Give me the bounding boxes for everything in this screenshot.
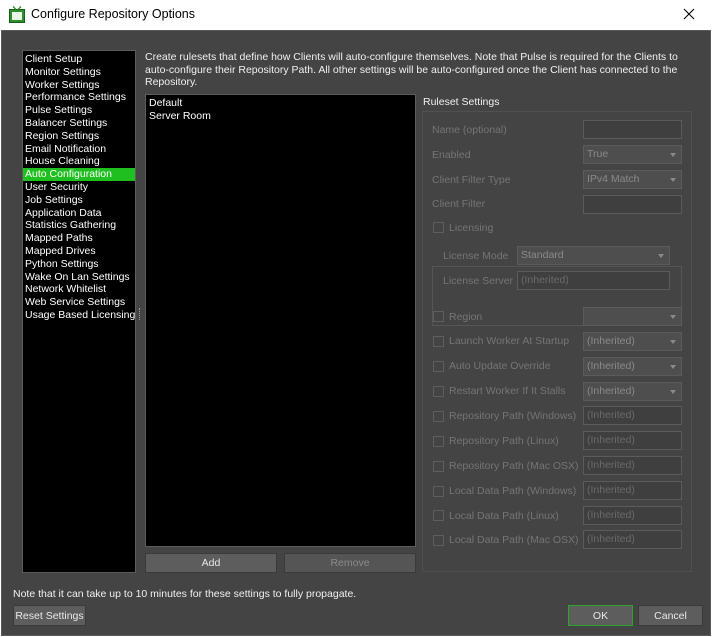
launch-worker-label: Launch Worker At Startup [449,335,570,347]
ruleset-item[interactable]: Server Room [149,110,412,123]
sidebar-item-mapped-drives[interactable]: Mapped Drives [23,245,135,258]
local-data-linux-field[interactable]: (Inherited) [583,506,682,525]
repo-path-linux-field[interactable]: (Inherited) [583,431,682,450]
sidebar-item-usage-based-licensing[interactable]: Usage Based Licensing [23,309,135,322]
repo-path-mac-label: Repository Path (Mac OSX) [449,460,579,472]
sidebar-item-statistics-gathering[interactable]: Statistics Gathering [23,219,135,232]
licensing-checkbox[interactable] [433,222,444,233]
remove-ruleset-button[interactable]: Remove [284,553,416,573]
local-data-windows-label: Local Data Path (Windows) [449,485,577,497]
deadline-monitor-icon [9,6,25,23]
sidebar-item-web-service-settings[interactable]: Web Service Settings [23,296,135,309]
chevron-down-icon [670,365,676,369]
local-data-mac-label: Local Data Path (Mac OSX) [449,534,579,546]
region-select[interactable] [583,307,682,326]
region-label: Region [449,311,483,323]
dialog-body: Client Setup Monitor Settings Worker Setti… [1,30,711,636]
auto-update-label: Auto Update Override [449,360,551,372]
auto-update-value: (Inherited) [587,360,635,372]
sidebar-item-job-settings[interactable]: Job Settings [23,194,135,207]
chevron-down-icon [670,315,676,319]
local-data-windows-checkbox[interactable] [433,486,444,497]
sidebar-item-pulse-settings[interactable]: Pulse Settings [23,104,135,117]
description-text: Create rulesets that define how Clients … [145,51,678,89]
repo-path-mac-field[interactable]: (Inherited) [583,456,682,475]
ok-button[interactable]: OK [568,605,633,626]
repo-path-windows-label: Repository Path (Windows) [449,410,577,422]
sidebar-item-client-setup[interactable]: Client Setup [23,53,135,66]
client-filter-field[interactable] [583,195,682,214]
chevron-down-icon [670,340,676,344]
sidebar-item-mapped-paths[interactable]: Mapped Paths [23,232,135,245]
local-data-windows-field[interactable]: (Inherited) [583,481,682,500]
client-filter-type-label: Client Filter Type [432,174,511,186]
region-checkbox[interactable] [433,311,444,322]
sidebar-item-auto-configuration[interactable]: Auto Configuration [23,168,135,181]
chevron-down-icon [658,254,664,258]
chevron-down-icon [670,390,676,394]
client-filter-label: Client Filter [432,198,486,210]
sidebar-item-python-settings[interactable]: Python Settings [23,258,135,271]
sidebar-item-house-cleaning[interactable]: House Cleaning [23,155,135,168]
window-title: Configure Repository Options [31,7,195,21]
launch-worker-value: (Inherited) [587,335,635,347]
sidebar-item-balancer-settings[interactable]: Balancer Settings [23,117,135,130]
local-data-mac-field[interactable]: (Inherited) [583,530,682,549]
repo-path-linux-checkbox[interactable] [433,436,444,447]
close-icon [683,8,695,23]
name-field[interactable] [583,120,682,139]
auto-update-checkbox[interactable] [433,361,444,372]
chevron-down-icon [670,153,676,157]
repo-path-mac-checkbox[interactable] [433,461,444,472]
license-mode-select[interactable]: Standard [517,246,670,265]
restart-worker-select[interactable]: (Inherited) [583,382,682,401]
add-ruleset-button[interactable]: Add [145,553,277,573]
repo-path-linux-label: Repository Path (Linux) [449,435,559,447]
ruleset-list[interactable]: Default Server Room [145,94,416,547]
enabled-select[interactable]: True [583,145,682,164]
restart-worker-label: Restart Worker If It Stalls [449,385,566,397]
title-bar: Configure Repository Options [0,0,712,30]
sidebar-item-email-notification[interactable]: Email Notification [23,143,135,156]
name-label: Name (optional) [432,124,507,136]
repo-path-windows-field[interactable]: (Inherited) [583,406,682,425]
sidebar-item-region-settings[interactable]: Region Settings [23,130,135,143]
enabled-label: Enabled [432,149,471,161]
splitter-handle[interactable] [139,308,141,320]
auto-update-select[interactable]: (Inherited) [583,357,682,376]
restart-worker-value: (Inherited) [587,385,635,397]
ruleset-settings-title: Ruleset Settings [423,96,500,108]
cancel-button[interactable]: Cancel [638,605,703,626]
ruleset-item[interactable]: Default [149,97,412,110]
client-filter-type-select[interactable]: IPv4 Match [583,170,682,189]
settings-category-list[interactable]: Client Setup Monitor Settings Worker Setti… [22,50,136,573]
launch-worker-select[interactable]: (Inherited) [583,332,682,351]
enabled-select-value: True [587,148,609,160]
license-server-field[interactable]: (Inherited) [517,271,670,290]
sidebar-item-network-whitelist[interactable]: Network Whitelist [23,283,135,296]
client-filter-type-value: IPv4 Match [587,173,640,185]
sidebar-item-application-data[interactable]: Application Data [23,207,135,220]
sidebar-item-wake-on-lan-settings[interactable]: Wake On Lan Settings [23,271,135,284]
licensing-label: Licensing [449,222,494,234]
close-button[interactable] [666,0,712,30]
sidebar-item-user-security[interactable]: User Security [23,181,135,194]
local-data-linux-checkbox[interactable] [433,510,444,521]
propagation-note: Note that it can take up to 10 minutes f… [13,588,357,600]
local-data-mac-checkbox[interactable] [433,535,444,546]
chevron-down-icon [670,178,676,182]
reset-settings-button[interactable]: Reset Settings [13,605,86,626]
license-mode-value: Standard [521,249,564,261]
license-server-label: License Server [443,275,514,287]
launch-worker-checkbox[interactable] [433,336,444,347]
restart-worker-checkbox[interactable] [433,386,444,397]
sidebar-item-monitor-settings[interactable]: Monitor Settings [23,66,135,79]
local-data-linux-label: Local Data Path (Linux) [449,510,559,522]
sidebar-item-performance-settings[interactable]: Performance Settings [23,91,135,104]
license-mode-label: License Mode [443,250,509,262]
sidebar-item-worker-settings[interactable]: Worker Settings [23,79,135,92]
repo-path-windows-checkbox[interactable] [433,411,444,422]
